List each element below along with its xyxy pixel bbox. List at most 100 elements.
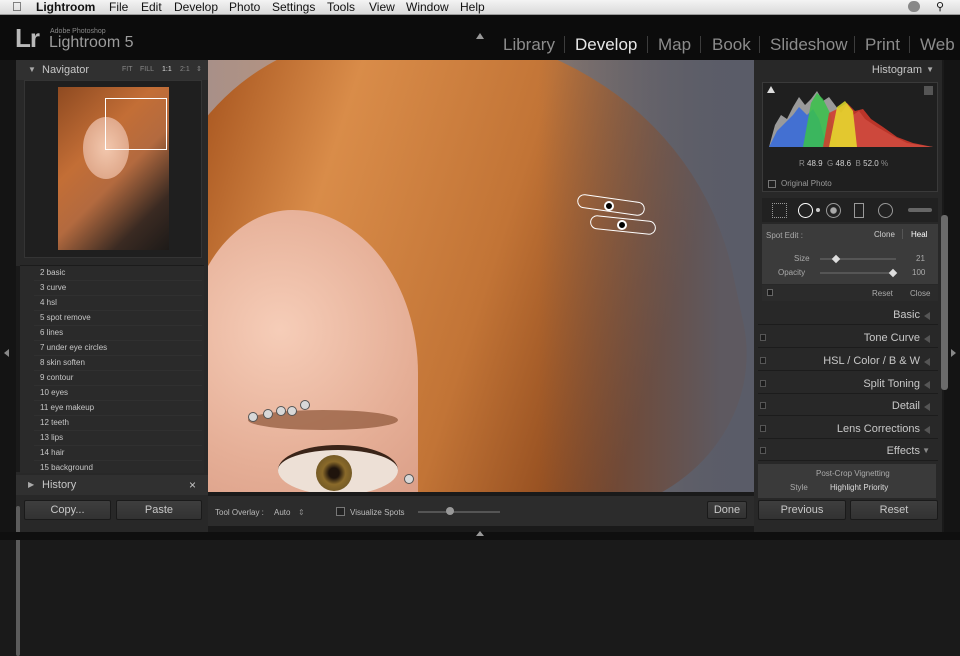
menu-settings[interactable]: Settings xyxy=(272,0,315,14)
right-panel-scrollbar[interactable] xyxy=(941,215,948,390)
spot-removal-tool-icon[interactable] xyxy=(798,203,813,218)
menu-help[interactable]: Help xyxy=(460,0,485,14)
expand-triangle-icon[interactable] xyxy=(924,312,930,320)
menu-edit[interactable]: Edit xyxy=(141,0,162,14)
preset-item[interactable]: 13 lips xyxy=(40,433,63,442)
expand-triangle-icon[interactable] xyxy=(924,426,930,434)
section-detail[interactable]: Detail xyxy=(758,396,938,416)
menu-window[interactable]: Window xyxy=(406,0,449,14)
previous-button[interactable]: Previous xyxy=(758,500,846,520)
presets-scroll-thumb[interactable] xyxy=(16,506,20,656)
section-effects[interactable]: Effects ▼ xyxy=(758,441,938,461)
module-book[interactable]: Book xyxy=(712,35,751,55)
preset-item[interactable]: 15 background xyxy=(40,463,93,472)
apple-menu-icon[interactable]:  xyxy=(12,0,22,14)
panel-switch-icon[interactable] xyxy=(760,380,766,387)
left-panel-toggle-icon[interactable] xyxy=(4,349,9,357)
expand-triangle-icon[interactable]: ▶ xyxy=(28,475,34,495)
paste-button[interactable]: Paste xyxy=(116,500,202,520)
preset-item[interactable]: 5 spot remove xyxy=(40,313,91,322)
menu-develop[interactable]: Develop xyxy=(174,0,218,14)
section-split-toning[interactable]: Split Toning xyxy=(758,374,938,394)
collapse-triangle-icon[interactable]: ▼ xyxy=(922,446,930,455)
status-icon[interactable] xyxy=(908,1,920,12)
select-arrows-icon[interactable]: ⇕ xyxy=(298,508,305,517)
zoom-2-1[interactable]: 2:1 xyxy=(180,60,190,80)
preset-item[interactable]: 10 eyes xyxy=(40,388,68,397)
clone-mode[interactable]: Clone xyxy=(874,230,895,239)
module-print[interactable]: Print xyxy=(865,35,900,55)
size-value[interactable]: 21 xyxy=(916,254,925,263)
spot-close-button[interactable]: Close xyxy=(910,289,930,298)
spot-reset-button[interactable]: Reset xyxy=(872,289,893,298)
menu-view[interactable]: View xyxy=(369,0,395,14)
original-photo-checkbox[interactable] xyxy=(768,180,776,188)
section-hsl[interactable]: HSL / Color / B & W xyxy=(758,351,938,371)
spot-pin[interactable] xyxy=(287,406,297,416)
zoom-fill[interactable]: FILL xyxy=(140,60,154,80)
collapse-triangle-icon[interactable]: ▼ xyxy=(28,60,36,80)
filmstrip-toggle-icon[interactable] xyxy=(476,531,484,536)
panel-switch-icon[interactable] xyxy=(760,402,766,409)
tool-overlay-select[interactable]: Auto xyxy=(274,508,290,517)
preset-item[interactable]: 3 curve xyxy=(40,283,66,292)
module-slideshow[interactable]: Slideshow xyxy=(770,35,848,55)
visualize-threshold-knob[interactable] xyxy=(446,507,454,515)
panel-switch-icon[interactable] xyxy=(760,357,766,364)
expand-triangle-icon[interactable] xyxy=(924,381,930,389)
section-basic[interactable]: Basic xyxy=(758,305,938,325)
graduated-filter-icon[interactable] xyxy=(854,203,864,218)
adjustment-brush-icon[interactable] xyxy=(908,208,932,212)
zoom-fit[interactable]: FIT xyxy=(122,60,133,80)
panel-switch-icon[interactable] xyxy=(760,447,766,454)
module-library[interactable]: Library xyxy=(503,35,555,55)
opacity-value[interactable]: 100 xyxy=(912,268,925,277)
spotlight-icon[interactable]: ⚲ xyxy=(936,0,944,14)
expand-triangle-icon[interactable] xyxy=(924,358,930,366)
copy-button[interactable]: Copy... xyxy=(24,500,111,520)
zoom-1-1[interactable]: 1:1 xyxy=(162,60,172,80)
radial-filter-icon[interactable] xyxy=(878,203,893,218)
history-clear-icon[interactable]: × xyxy=(189,475,196,495)
done-button[interactable]: Done xyxy=(707,501,747,519)
history-header[interactable]: ▶ History × xyxy=(16,475,208,495)
heal-mode[interactable]: Heal xyxy=(911,230,927,239)
expand-triangle-icon[interactable] xyxy=(924,335,930,343)
menu-photo[interactable]: Photo xyxy=(229,0,260,14)
menu-app[interactable]: Lightroom xyxy=(36,0,95,14)
collapse-triangle-icon[interactable]: ▼ xyxy=(926,60,934,80)
opacity-slider[interactable] xyxy=(820,272,896,274)
top-panel-toggle-icon[interactable] xyxy=(476,33,484,39)
navigator-zoom-box[interactable] xyxy=(105,98,167,150)
histogram[interactable]: R 48.9 G 48.6 B 52.0 % Original Photo xyxy=(762,82,938,192)
preset-item[interactable]: 9 contour xyxy=(40,373,73,382)
section-tone-curve[interactable]: Tone Curve xyxy=(758,328,938,348)
preset-item[interactable]: 7 under eye circles xyxy=(40,343,107,352)
spot-pin[interactable] xyxy=(276,406,286,416)
visualize-spots-checkbox[interactable] xyxy=(336,507,345,516)
preset-item[interactable]: 11 eye makeup xyxy=(40,403,94,412)
spot-pin[interactable] xyxy=(263,409,273,419)
zoom-stepper-icon[interactable]: ⇕ xyxy=(196,60,202,80)
menu-file[interactable]: File xyxy=(109,0,128,14)
heal-source-pin[interactable] xyxy=(604,201,614,211)
preset-item[interactable]: 6 lines xyxy=(40,328,63,337)
section-lens-corrections[interactable]: Lens Corrections xyxy=(758,419,938,439)
panel-switch-icon[interactable] xyxy=(767,289,773,296)
crop-tool-icon[interactable] xyxy=(772,203,787,218)
spot-pin[interactable] xyxy=(300,400,310,410)
right-panel-toggle-icon[interactable] xyxy=(951,349,956,357)
module-map[interactable]: Map xyxy=(658,35,691,55)
preset-item[interactable]: 2 basic xyxy=(40,268,65,277)
main-photo[interactable] xyxy=(208,60,754,492)
size-slider-knob[interactable] xyxy=(831,254,841,264)
vignette-style-select[interactable]: Highlight Priority xyxy=(830,483,888,492)
module-web[interactable]: Web xyxy=(920,35,955,55)
spot-pin[interactable] xyxy=(248,412,258,422)
menu-tools[interactable]: Tools xyxy=(327,0,355,14)
preset-item[interactable]: 8 skin soften xyxy=(40,358,85,367)
panel-switch-icon[interactable] xyxy=(760,334,766,341)
red-eye-tool-icon[interactable] xyxy=(826,203,841,218)
spot-pin[interactable] xyxy=(404,474,414,484)
opacity-slider-knob[interactable] xyxy=(888,268,898,278)
